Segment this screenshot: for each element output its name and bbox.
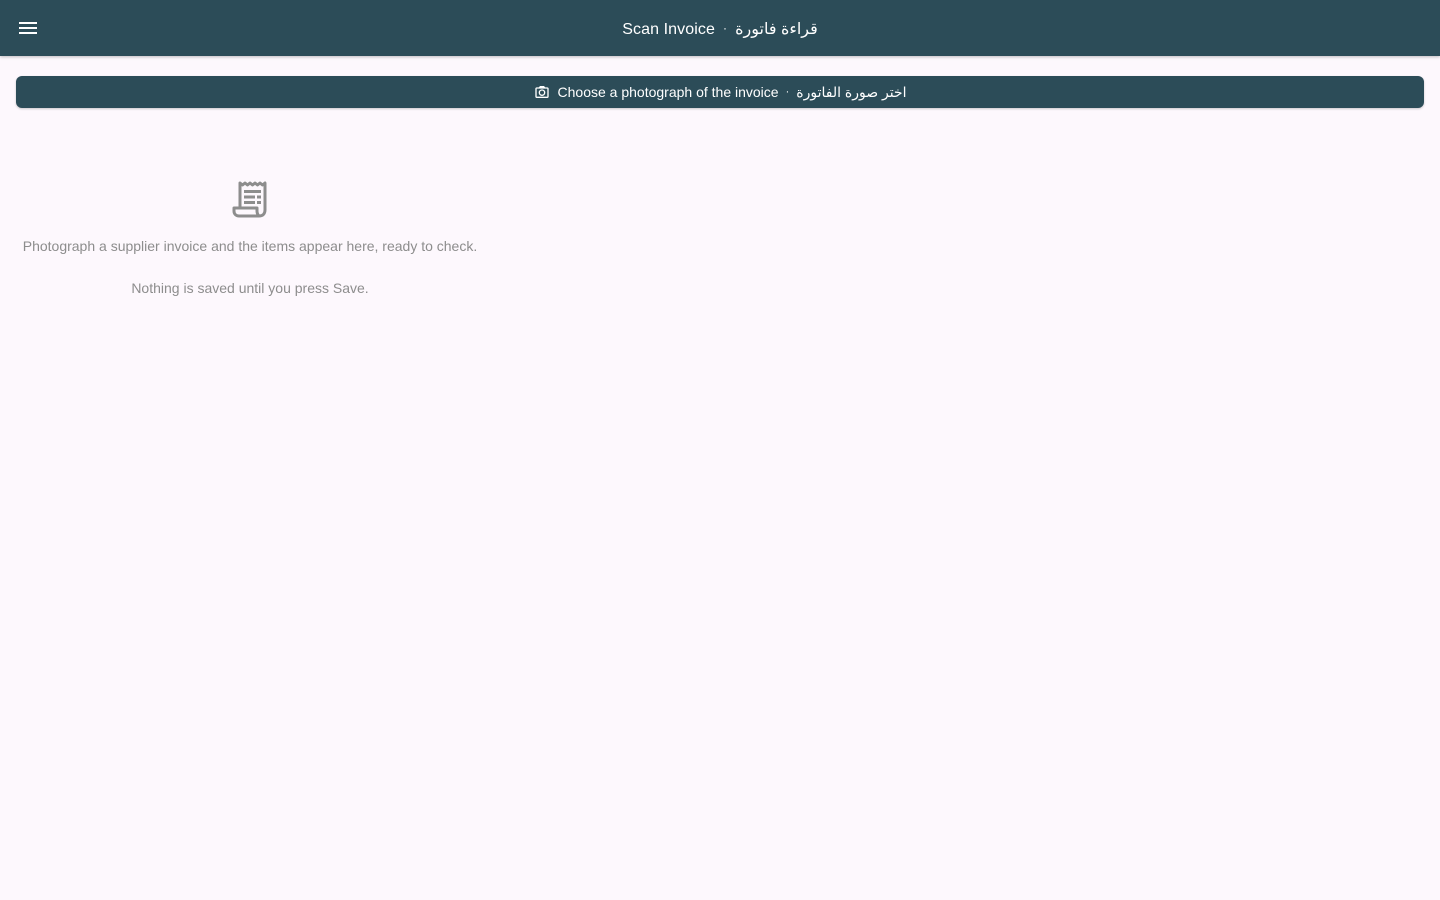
choose-photo-button[interactable]: Choose a photograph of the invoice · اختر … bbox=[16, 76, 1424, 108]
page-title: Scan Invoice · قراءة فاتورة bbox=[0, 0, 1440, 56]
choose-photo-separator: · bbox=[785, 86, 790, 98]
choose-photo-label-english: Choose a photograph of the invoice bbox=[557, 84, 779, 100]
empty-state: Photograph a supplier invoice and the it… bbox=[16, 180, 484, 298]
camera-icon bbox=[534, 84, 550, 100]
title-separator: · bbox=[723, 21, 728, 35]
menu-icon bbox=[19, 22, 37, 34]
empty-state-message: Photograph a supplier invoice and the it… bbox=[22, 238, 478, 254]
page-title-english: Scan Invoice bbox=[622, 21, 716, 38]
empty-state-note: Nothing is saved until you press Save. bbox=[131, 280, 369, 296]
receipt-icon bbox=[232, 181, 267, 218]
choose-photo-label-arabic: اختر صورة الفاتورة bbox=[796, 83, 907, 100]
menu-button[interactable] bbox=[8, 8, 48, 48]
app-bar: Scan Invoice · قراءة فاتورة bbox=[0, 0, 1440, 56]
page-title-arabic: قراءة فاتورة bbox=[735, 21, 818, 38]
